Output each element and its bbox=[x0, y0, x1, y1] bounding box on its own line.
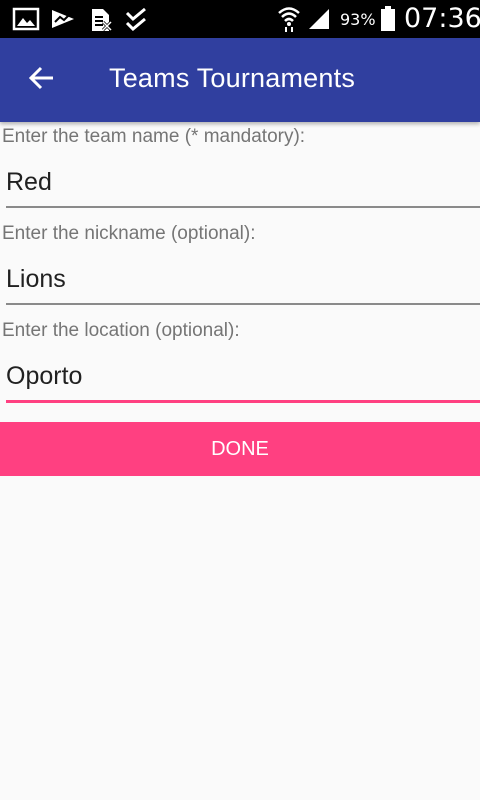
location-field-container bbox=[6, 356, 480, 403]
sim-alert-icon bbox=[89, 7, 113, 38]
nickname-field-container bbox=[6, 259, 480, 305]
page-title: Teams Tournaments bbox=[109, 63, 356, 93]
done-button[interactable]: DONE bbox=[0, 422, 480, 476]
team-name-label: Enter the team name (* mandatory): bbox=[2, 126, 306, 147]
status-bar: 93% 07:36 bbox=[0, 0, 480, 38]
battery-icon bbox=[380, 6, 396, 37]
team-name-input[interactable] bbox=[6, 162, 480, 202]
battery-percent: 93% bbox=[340, 10, 376, 29]
status-time: 07:36 bbox=[404, 3, 480, 34]
nickname-label: Enter the nickname (optional): bbox=[2, 223, 256, 244]
image-icon bbox=[12, 7, 40, 36]
app-bar: Teams Tournaments bbox=[0, 38, 480, 122]
arrow-left-icon bbox=[28, 66, 55, 95]
team-name-field-container bbox=[6, 162, 480, 208]
trending-icon bbox=[50, 7, 76, 36]
location-label: Enter the location (optional): bbox=[2, 320, 240, 341]
location-input[interactable] bbox=[6, 356, 480, 396]
signal-icon bbox=[307, 7, 331, 36]
nickname-input[interactable] bbox=[6, 259, 480, 299]
check-all-icon bbox=[125, 7, 149, 36]
back-button[interactable] bbox=[20, 60, 64, 100]
wifi-icon bbox=[277, 5, 301, 38]
